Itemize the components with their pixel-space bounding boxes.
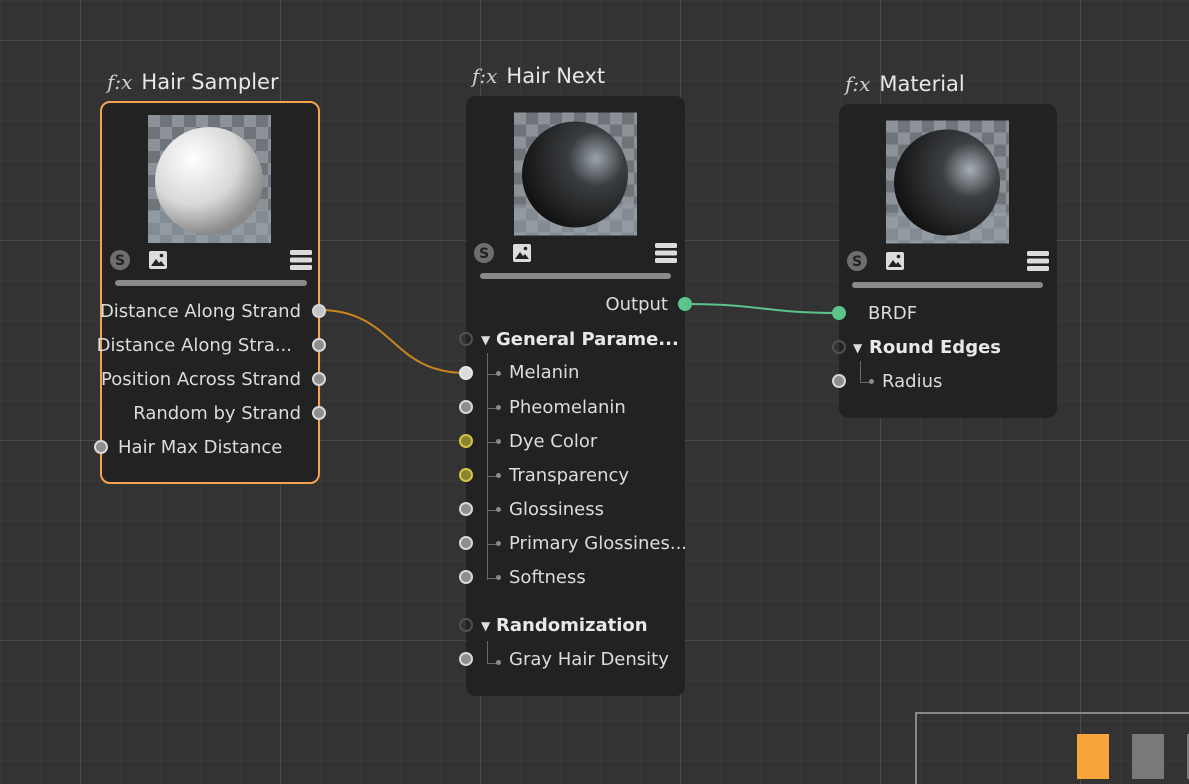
input-port[interactable] (459, 400, 473, 414)
svg-text:S: S (115, 253, 125, 269)
output-port[interactable] (312, 338, 326, 352)
group-header-general-parameters[interactable]: General Parame... (496, 329, 679, 351)
image-icon[interactable] (148, 250, 168, 274)
menu-icon[interactable] (290, 250, 312, 274)
input-port[interactable] (459, 468, 473, 482)
tree-dot (869, 379, 874, 384)
output-port[interactable] (312, 304, 326, 318)
node-progress-bar (480, 273, 671, 279)
tree-dot (496, 541, 501, 546)
node-title-text: Hair Next (506, 64, 606, 88)
shader-s-icon[interactable]: S (846, 250, 868, 276)
minimap-node-selected (1077, 734, 1109, 779)
fx-icon: f:x (107, 70, 133, 94)
group-input-port[interactable] (459, 618, 473, 632)
collapse-triangle-icon[interactable]: ▼ (481, 619, 490, 633)
input-port[interactable] (459, 652, 473, 666)
tree-dot (496, 371, 501, 376)
tree-dot (496, 575, 501, 580)
fx-icon: f:x (845, 72, 871, 96)
minimap-node (1132, 734, 1164, 779)
output-label: Random by Strand (133, 403, 301, 424)
input-port[interactable] (94, 440, 108, 454)
material-preview-thumbnail (886, 120, 1009, 244)
wire-output-to-brdf[interactable] (684, 303, 840, 314)
input-port[interactable] (832, 306, 846, 320)
image-icon[interactable] (885, 251, 905, 275)
fx-icon: f:x (472, 64, 498, 88)
input-port[interactable] (832, 374, 846, 388)
menu-icon[interactable] (1027, 251, 1049, 275)
param-label: Radius (882, 371, 943, 392)
group-input-port[interactable] (832, 340, 846, 354)
node-title-hair-next[interactable]: f:x Hair Next (472, 64, 605, 88)
output-port[interactable] (678, 297, 692, 311)
tree-dot (496, 473, 501, 478)
image-icon[interactable] (512, 243, 532, 267)
group-header-randomization[interactable]: Randomization (496, 615, 648, 637)
tree-dot (496, 660, 501, 665)
input-label: Hair Max Distance (118, 437, 283, 458)
group-input-port[interactable] (459, 332, 473, 346)
material-preview-thumbnail (148, 115, 271, 243)
wire-distance-to-melanin[interactable] (318, 309, 467, 374)
output-label: Distance Along Strand (99, 301, 301, 322)
node-hair-next[interactable]: S Output ▼ General Parame... Melanin Phe… (459, 96, 692, 696)
input-port[interactable] (459, 536, 473, 550)
node-title-text: Hair Sampler (141, 70, 279, 94)
output-label: Distance Along Stra... (96, 335, 292, 356)
minimap[interactable] (915, 712, 1189, 784)
input-port[interactable] (459, 434, 473, 448)
svg-text:S: S (479, 246, 489, 262)
param-label: Melanin (509, 362, 580, 383)
tree-dot (496, 405, 501, 410)
output-label: Position Across Strand (101, 369, 301, 390)
node-title-material[interactable]: f:x Material (845, 72, 965, 96)
collapse-triangle-icon[interactable]: ▼ (481, 333, 490, 347)
node-title-hair-sampler[interactable]: f:x Hair Sampler (107, 70, 279, 94)
shader-s-icon[interactable]: S (473, 242, 495, 268)
input-label: BRDF (868, 303, 918, 324)
param-label: Gray Hair Density (509, 649, 669, 670)
param-label: Transparency (509, 465, 630, 486)
node-progress-bar (852, 282, 1043, 288)
param-label: Softness (509, 567, 586, 588)
input-port[interactable] (459, 502, 473, 516)
material-preview-thumbnail (514, 112, 637, 236)
input-port[interactable] (459, 570, 473, 584)
collapse-triangle-icon[interactable]: ▼ (853, 341, 862, 355)
param-label: Primary Glossines... (509, 533, 688, 554)
menu-icon[interactable] (655, 243, 677, 267)
param-label: Glossiness (509, 499, 604, 520)
node-hair-sampler[interactable]: S Distance Along Strand Distance Along S… (94, 101, 326, 484)
output-port[interactable] (312, 372, 326, 386)
tree-dot (496, 507, 501, 512)
node-material[interactable]: S BRDF ▼ Round Edges Radius (832, 104, 1057, 418)
svg-text:S: S (852, 254, 862, 270)
param-label: Pheomelanin (509, 397, 626, 418)
node-title-text: Material (879, 72, 965, 96)
tree-dot (496, 439, 501, 444)
shader-s-icon[interactable]: S (109, 249, 131, 275)
output-port[interactable] (312, 406, 326, 420)
node-progress-bar (115, 280, 307, 286)
input-port[interactable] (459, 366, 473, 380)
group-header-round-edges[interactable]: Round Edges (869, 337, 1001, 359)
output-label: Output (605, 294, 668, 315)
param-label: Dye Color (509, 431, 598, 452)
